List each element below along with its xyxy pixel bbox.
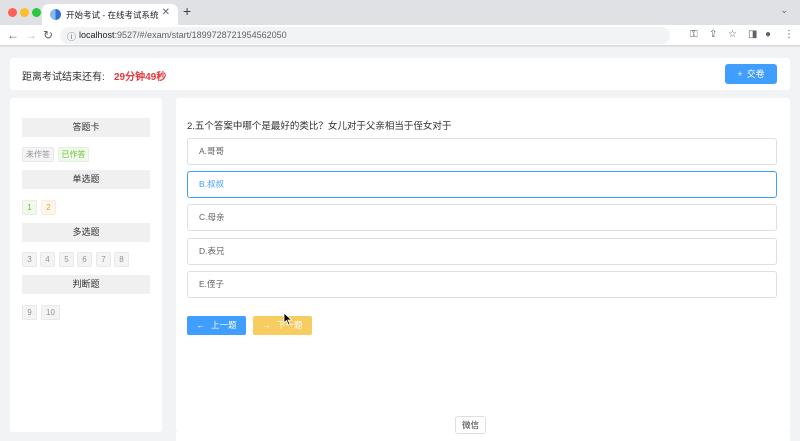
browser-menu-icon[interactable]: ⋮ <box>784 29 794 40</box>
tab-close-icon[interactable]: ✕ <box>162 7 170 18</box>
bookmark-star-icon[interactable]: ☆ <box>728 29 737 40</box>
legend-answered: 已作答 <box>58 147 89 162</box>
exam-header: 距离考试结束还有: 29分钟49秒 + 交卷 <box>10 58 790 90</box>
arrow-left-icon: ← <box>196 320 205 330</box>
question-number-badge[interactable]: 10 <box>41 305 60 320</box>
reload-icon[interactable]: ↻ <box>43 28 53 42</box>
prev-question-button[interactable]: ← 上一题 <box>187 316 246 335</box>
address-bar[interactable]: ⓘ localhost:9527/#/exam/start/1899728721… <box>60 27 670 44</box>
question-number-badge[interactable]: 4 <box>40 252 55 267</box>
question-number-badge[interactable]: 8 <box>114 252 129 267</box>
side-panel-icon[interactable]: ◨ <box>748 29 757 40</box>
info-icon[interactable]: ⓘ <box>67 30 76 43</box>
wechat-tooltip: 微信 <box>455 416 486 434</box>
browser-tab[interactable]: 开始考试 - 在线考试系统 ✕ <box>42 4 178 25</box>
option-a[interactable]: A.哥哥 <box>187 138 777 165</box>
question-text: 2.五个答案中哪个是最好的类比？女儿对于父亲相当于侄女对于 <box>187 121 452 132</box>
question-number-badge[interactable]: 7 <box>96 252 111 267</box>
share-icon[interactable]: ⇪ <box>709 29 717 40</box>
url-text: localhost:9527/#/exam/start/189972872195… <box>79 30 287 40</box>
answer-card-title: 答题卡 <box>22 118 150 137</box>
profile-avatar-icon[interactable]: ● <box>765 29 771 40</box>
window-maximize-button[interactable] <box>32 8 41 17</box>
countdown-value: 29分钟49秒 <box>114 72 167 83</box>
option-c[interactable]: C.母亲 <box>187 204 777 231</box>
countdown-label: 距离考试结束还有: <box>22 72 105 83</box>
section-title-multiple: 多选题 <box>22 223 150 242</box>
option-d[interactable]: D.表兄 <box>187 238 777 265</box>
browser-toolbar: ← → ↻ ⓘ localhost:9527/#/exam/start/1899… <box>0 25 800 46</box>
site-favicon-icon <box>50 9 61 20</box>
question-number-badge[interactable]: 1 <box>22 200 37 215</box>
option-b[interactable]: B.叔叔 <box>187 171 777 198</box>
window-minimize-button[interactable] <box>20 8 29 17</box>
password-key-icon[interactable]: ⚿ <box>690 29 698 40</box>
forward-arrow-icon[interactable]: → <box>25 28 37 42</box>
option-e[interactable]: E.侄子 <box>187 271 777 298</box>
question-number-badge[interactable]: 3 <box>22 252 37 267</box>
tab-search-chevron-icon[interactable]: ⌄ <box>780 5 788 16</box>
question-number-badge[interactable]: 5 <box>59 252 74 267</box>
section-title-single: 单选题 <box>22 170 150 189</box>
section-title-judge: 判断题 <box>22 275 150 294</box>
arrow-right-icon: → <box>262 320 271 330</box>
submit-label: 交卷 <box>746 69 765 79</box>
submit-exam-button[interactable]: + 交卷 <box>725 64 777 84</box>
tab-title: 开始考试 - 在线考试系统 <box>66 10 159 20</box>
browser-tab-bar: 开始考试 - 在线考试系统 ✕ + ⌄ <box>0 0 800 25</box>
url-path: :9527/#/exam/start/1899728721954562050 <box>114 30 287 40</box>
answer-card-panel: 答题卡 未作答 已作答 单选题 1 2 多选题 3 4 5 6 7 8 判断题 … <box>10 98 162 432</box>
prev-label: 上一题 <box>210 320 237 330</box>
question-number-badge[interactable]: 2 <box>41 200 56 215</box>
plus-icon: + <box>737 69 743 79</box>
mouse-cursor-icon <box>283 312 293 326</box>
exam-app: 距离考试结束还有: 29分钟49秒 + 交卷 答题卡 未作答 已作答 单选题 1 … <box>0 47 800 441</box>
url-host: localhost <box>79 30 115 40</box>
window-close-button[interactable] <box>8 8 17 17</box>
new-tab-icon[interactable]: + <box>183 3 191 19</box>
question-panel: 2.五个答案中哪个是最好的类比？女儿对于父亲相当于侄女对于 A.哥哥 B.叔叔 … <box>176 98 790 432</box>
question-number-badge[interactable]: 9 <box>22 305 37 320</box>
back-arrow-icon[interactable]: ← <box>7 28 19 42</box>
question-number-badge[interactable]: 6 <box>77 252 92 267</box>
legend-unanswered: 未作答 <box>22 147 54 162</box>
